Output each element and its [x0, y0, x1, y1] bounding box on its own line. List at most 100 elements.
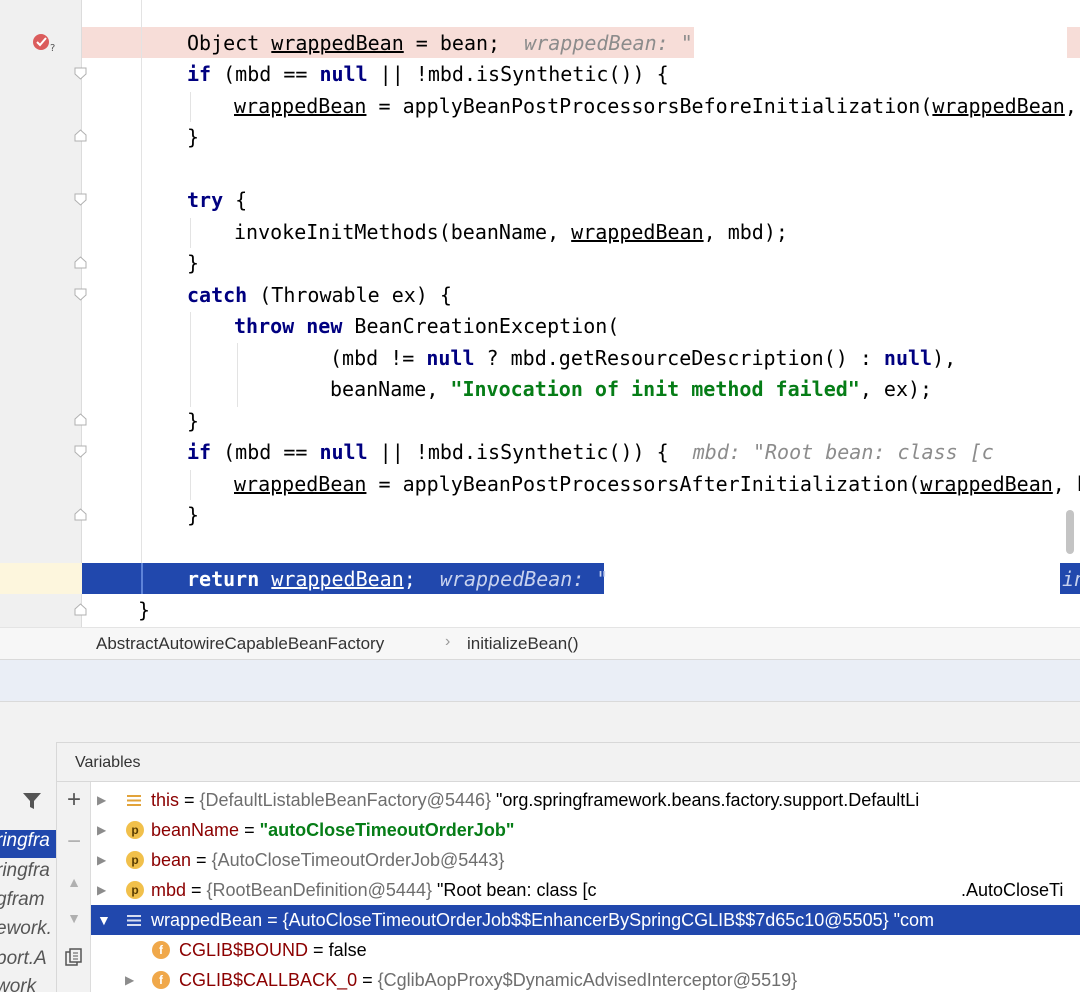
code-line[interactable]: (mbd != null ? mbd.getResourceDescriptio…: [0, 342, 1080, 373]
variable-value-tail: .AutoCloseTi: [961, 880, 1064, 900]
frame-item[interactable]: work: [0, 976, 56, 992]
variables-header: Variables: [57, 742, 1080, 782]
add-watch-icon[interactable]: +: [57, 786, 91, 814]
code-token: wrappedBean: [234, 94, 367, 118]
code-token: , mbd);: [703, 220, 788, 244]
editor-scrollbar-thumb[interactable]: [1066, 510, 1074, 554]
variable-value: "com: [888, 910, 935, 930]
code-line[interactable]: Object wrappedBean = bean; wrappedBean: …: [0, 27, 1080, 58]
frame-item[interactable]: ework.: [0, 918, 56, 946]
code-keyword: null: [883, 346, 933, 370]
breadcrumb-class[interactable]: AbstractAutowireCapableBeanFactory: [96, 634, 384, 654]
frame-item[interactable]: port.A: [0, 948, 56, 976]
code-line[interactable]: try {: [0, 184, 1080, 215]
code-line[interactable]: throw new BeanCreationException(: [0, 310, 1080, 341]
remove-watch-icon[interactable]: −: [57, 828, 91, 856]
variable-ref: {AutoCloseTimeoutOrderJob$$EnhancerBySpr…: [282, 910, 889, 930]
variable-row[interactable]: ▶ p mbd = {RootBeanDefinition@5444} "Roo…: [91, 875, 1080, 905]
variable-name: CGLIB$CALLBACK_0: [179, 970, 358, 990]
code-token: (Throwable ex) {: [247, 283, 452, 307]
expand-icon[interactable]: ▶: [97, 875, 106, 905]
code-token: {: [223, 188, 248, 212]
collapse-icon[interactable]: ▼: [97, 905, 111, 935]
code-token: }: [187, 503, 200, 527]
move-down-icon[interactable]: ▼: [57, 910, 91, 926]
variable-value: false: [328, 940, 367, 960]
code-keyword: null: [319, 62, 368, 86]
code-token: wrappedBean: [234, 472, 367, 496]
code-line[interactable]: invokeInitMethods(beanName, wrappedBean,…: [0, 216, 1080, 247]
variable-row[interactable]: ▶ f CGLIB$CALLBACK_0 = {CglibAopProxy$Dy…: [91, 965, 1080, 992]
code-line[interactable]: catch (Throwable ex) {: [0, 279, 1080, 310]
variable-ref: {DefaultListableBeanFactory@5446}: [199, 790, 491, 810]
frame-item[interactable]: ringfra: [0, 830, 56, 858]
code-keyword: catch: [187, 283, 248, 307]
variable-ref: {AutoCloseTimeoutOrderJob@5443}: [211, 850, 505, 870]
code-token: wrappedBean: [920, 472, 1053, 496]
code-token: (mbd !=: [330, 346, 427, 370]
code-token: || !mbd.isSynthetic()) {: [367, 62, 669, 86]
variable-row[interactable]: ▶ this = {DefaultListableBeanFactory@544…: [91, 785, 1080, 815]
code-string: "Invocation of init method failed": [450, 377, 860, 401]
variable-value: "Root bean: class [c: [431, 880, 597, 900]
code-token: }: [187, 409, 200, 433]
code-line[interactable]: wrappedBean = applyBeanPostProcessorsBef…: [0, 90, 1080, 121]
code-token: invokeInitMethods(beanName,: [234, 220, 572, 244]
inline-value-hint: wrappedBean: ": [439, 567, 609, 591]
variable-eq: =: [308, 940, 329, 960]
variable-row[interactable]: f CGLIB$BOUND = false: [91, 935, 1080, 965]
code-line[interactable]: if (mbd == null || !mbd.isSynthetic()) {: [0, 58, 1080, 89]
code-token: ? mbd.getResourceDescription() :: [474, 346, 884, 370]
code-token: ;: [403, 567, 440, 591]
breadcrumb: AbstractAutowireCapableBeanFactory › ini…: [0, 627, 1080, 660]
code-line[interactable]: wrappedBean = applyBeanPostProcessorsAft…: [0, 468, 1080, 499]
code-line[interactable]: }: [0, 405, 1080, 436]
code-token: wrappedBean: [271, 31, 404, 55]
expand-icon[interactable]: ▶: [97, 845, 106, 875]
variable-name: bean: [151, 850, 192, 870]
code-keyword: if: [187, 440, 212, 464]
code-line-current[interactable]: return wrappedBean; wrappedBean: " in: [0, 563, 1080, 594]
expand-icon[interactable]: ▶: [97, 815, 106, 845]
frames-pane[interactable]: ringfra ringfra gfram ework. port.A work: [0, 742, 57, 992]
code-line[interactable]: }: [0, 594, 1080, 625]
code-token: (mbd ==: [211, 62, 320, 86]
frame-item[interactable]: gfram: [0, 889, 56, 917]
code-line[interactable]: beanName, "Invocation of init method fai…: [0, 373, 1080, 404]
code-token: BeanCreationException(: [342, 314, 620, 338]
copy-icon[interactable]: [57, 948, 91, 971]
code-line[interactable]: }: [0, 247, 1080, 278]
variable-row[interactable]: ▶ p beanName = "autoCloseTimeoutOrderJob…: [91, 815, 1080, 845]
code-line[interactable]: }: [0, 499, 1080, 530]
move-up-icon[interactable]: ▲: [57, 874, 91, 890]
breadcrumb-method[interactable]: initializeBean(): [467, 634, 579, 654]
expand-icon[interactable]: ▶: [97, 785, 106, 815]
code-token: , b: [1052, 472, 1080, 496]
breadcrumb-separator: ›: [445, 633, 451, 650]
expand-icon[interactable]: ▶: [125, 965, 134, 992]
variable-name: beanName: [151, 820, 240, 840]
variable-value: "org.springframework.beans.factory.suppo…: [491, 790, 920, 810]
debug-tab-strip: [0, 701, 1080, 742]
variable-ref: {CglibAopProxy$DynamicAdvisedInterceptor…: [377, 970, 798, 990]
code-keyword: throw: [234, 314, 295, 338]
variable-row[interactable]: ▶ p bean = {AutoCloseTimeoutOrderJob@544…: [91, 845, 1080, 875]
frame-item[interactable]: ringfra: [0, 860, 56, 888]
filter-icon[interactable]: [22, 792, 42, 814]
variable-row-selected[interactable]: ▼ wrappedBean = {AutoCloseTimeoutOrderJo…: [91, 905, 1080, 935]
code-line[interactable]: if (mbd == null || !mbd.isSynthetic()) {…: [0, 436, 1080, 467]
code-line[interactable]: }: [0, 121, 1080, 152]
code-keyword: return: [187, 567, 260, 591]
variable-name: CGLIB$BOUND: [179, 940, 309, 960]
variable-eq: =: [262, 910, 283, 930]
code-keyword: try: [187, 188, 224, 212]
code-token: (mbd ==: [211, 440, 320, 464]
code-token: = applyBeanPostProcessorsAfterInitializa…: [366, 472, 921, 496]
variable-name: mbd: [151, 880, 187, 900]
inline-value-hint: wrappedBean: ": [524, 31, 693, 55]
variables-title: Variables: [75, 754, 141, 771]
field-icon: f: [152, 941, 170, 959]
code-token: }: [187, 251, 200, 275]
variable-value: "autoCloseTimeoutOrderJob": [259, 820, 515, 840]
code-token: , ex);: [859, 377, 933, 401]
